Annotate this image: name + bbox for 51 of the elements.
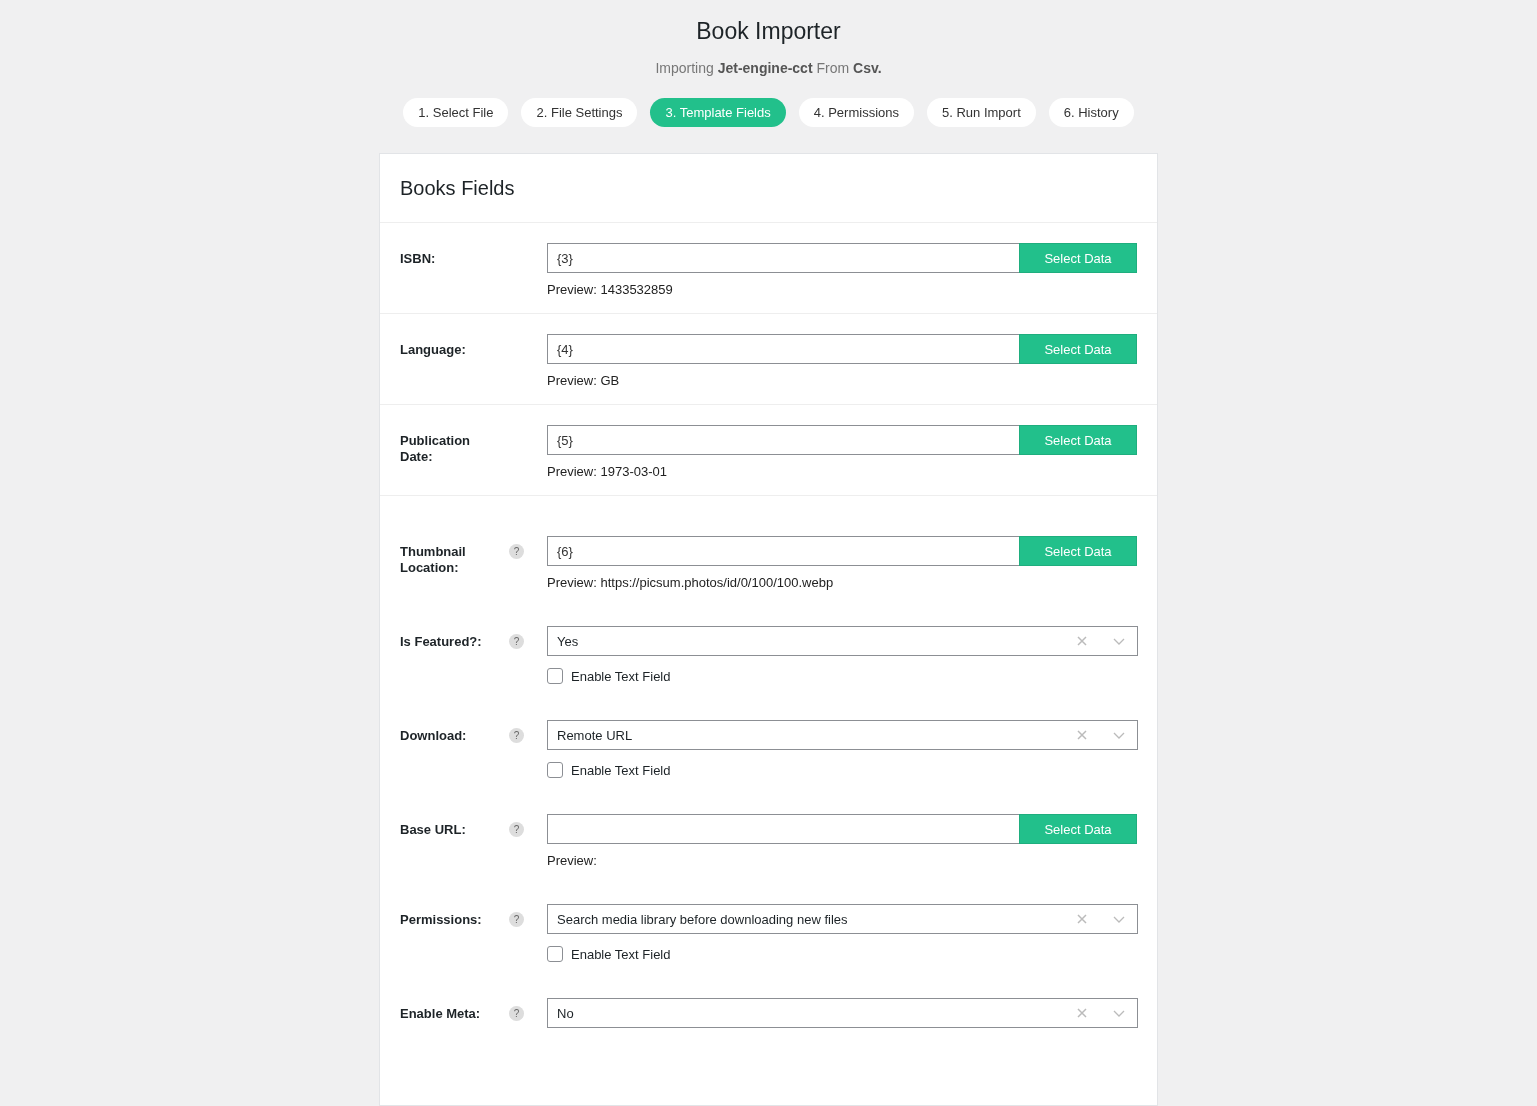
chevron-icon[interactable] [1113, 1009, 1125, 1017]
clear-icon[interactable] [1077, 636, 1087, 646]
preview-text: Preview: 1433532859 [547, 282, 674, 297]
clear-icon[interactable] [1077, 914, 1087, 924]
step-tab[interactable]: 6. History [1048, 98, 1134, 127]
step-tab[interactable]: 4. Permissions [798, 98, 914, 127]
preview-text: Preview: 1973-03-01 [547, 464, 668, 479]
field-label: Thumbnail Location: [400, 544, 467, 576]
field-label: Language: [400, 342, 467, 358]
help-icon[interactable]: ? [509, 728, 524, 743]
checkbox[interactable] [547, 946, 563, 962]
field-label: Enable Meta: [400, 1006, 482, 1022]
checkbox[interactable] [547, 762, 563, 778]
page-subtitle: Importing Jet-engine-cct From Csv. [655, 60, 882, 76]
input-field[interactable]: {3} [547, 243, 1019, 273]
step-tab[interactable]: 5. Run Import [927, 98, 1036, 127]
dropdown[interactable]: Yes [547, 626, 1138, 656]
checkbox-label: Enable Text Field [571, 668, 671, 684]
page-title: Book Importer [696, 17, 841, 46]
field-label: Is Featured?: [400, 634, 483, 650]
help-icon[interactable]: ? [509, 822, 524, 837]
clear-icon[interactable] [1077, 730, 1087, 740]
preview-text: Preview: GB [547, 373, 621, 388]
field-label: Base URL: [400, 822, 467, 838]
checkbox-label: Enable Text Field [571, 762, 671, 778]
input-field[interactable]: {6} [547, 536, 1019, 566]
checkbox[interactable] [547, 668, 563, 684]
step-tab[interactable]: 1. Select File [403, 98, 509, 127]
clear-icon[interactable] [1077, 1008, 1087, 1018]
checkbox-label: Enable Text Field [571, 946, 671, 962]
help-icon[interactable]: ? [509, 912, 524, 927]
field-label: Publication Date: [400, 433, 472, 465]
preview-text: Preview: https://picsum.photos/id/0/100/100.webp [547, 575, 835, 590]
input-field[interactable] [547, 814, 1019, 844]
dropdown[interactable]: No [547, 998, 1138, 1028]
help-icon[interactable]: ? [509, 634, 524, 649]
dropdown[interactable]: Remote URL [547, 720, 1138, 750]
panel-title: Books Fields [400, 176, 515, 200]
field-label: Permissions: [400, 912, 483, 928]
chevron-icon[interactable] [1113, 915, 1125, 923]
help-icon[interactable]: ? [509, 544, 524, 559]
dropdown[interactable]: Search media library before downloading new files [547, 904, 1138, 934]
field-label: Download: [400, 728, 468, 744]
chevron-icon[interactable] [1113, 637, 1125, 645]
field-label: ISBN: [400, 251, 437, 267]
preview-text: Preview: [547, 853, 598, 868]
input-field[interactable]: {4} [547, 334, 1019, 364]
chevron-icon[interactable] [1113, 731, 1125, 739]
step-tab[interactable]: 2. File Settings [521, 98, 638, 127]
input-field[interactable]: {5} [547, 425, 1019, 455]
help-icon[interactable]: ? [509, 1006, 524, 1021]
